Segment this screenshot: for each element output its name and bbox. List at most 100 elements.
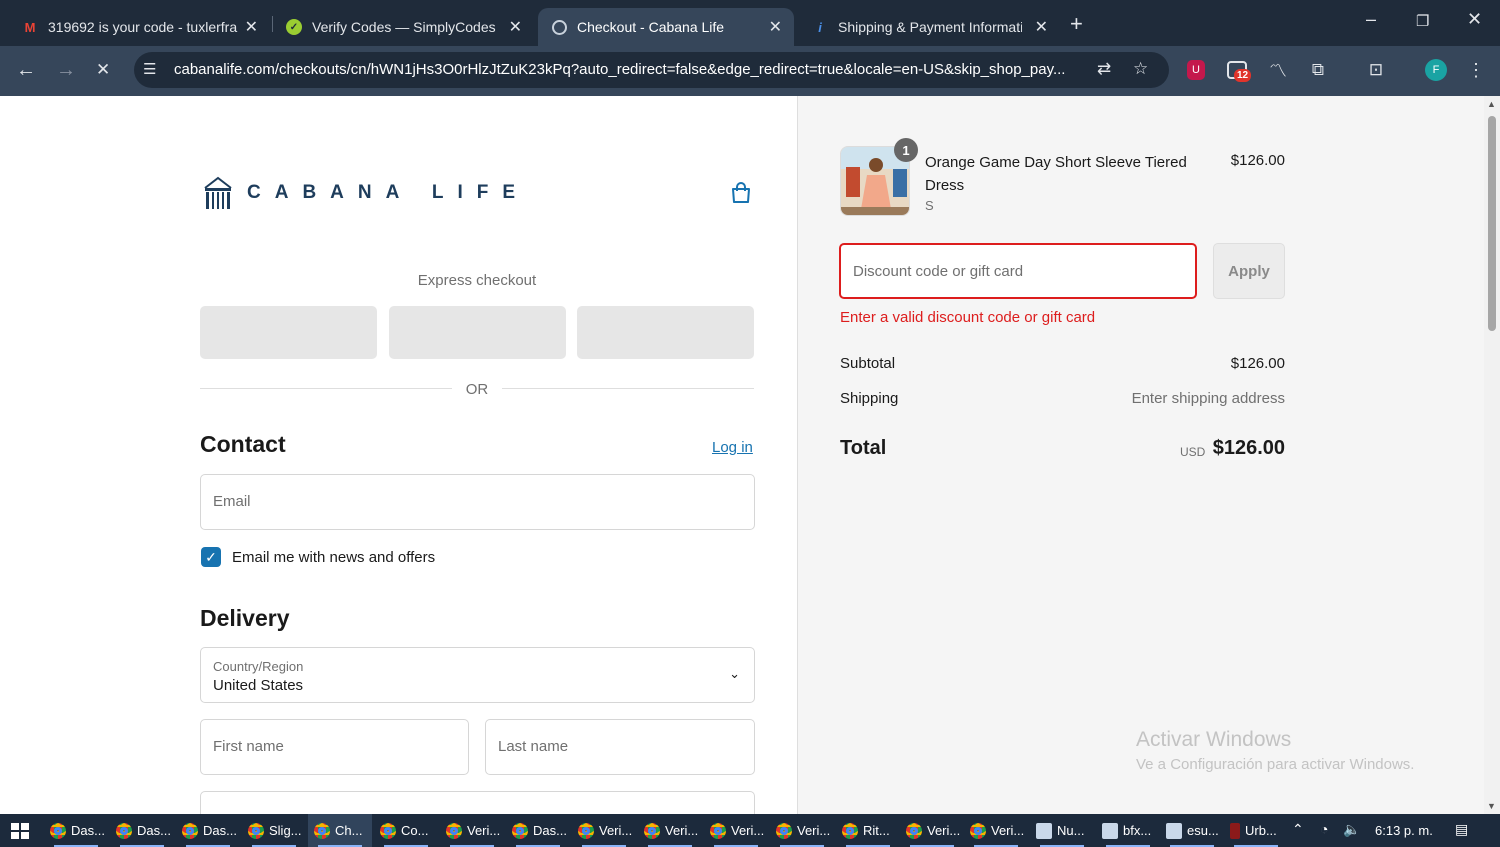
scroll-up-icon[interactable]: ▲: [1487, 99, 1496, 109]
taskbar-item[interactable]: Veri...: [572, 814, 636, 847]
taskbar-item-label: Veri...: [467, 823, 501, 838]
product-name: Orange Game Day Short Sleeve Tiered Dres…: [925, 154, 1187, 194]
windows-start-icon[interactable]: [11, 823, 29, 839]
profile-avatar[interactable]: F: [1425, 59, 1447, 81]
express-pay-button-2[interactable]: [389, 306, 566, 359]
new-tab-button[interactable]: +: [1070, 11, 1083, 37]
taskbar-item[interactable]: esu...: [1160, 814, 1224, 847]
taskbar-item[interactable]: Das...: [176, 814, 240, 847]
close-icon[interactable]: ✕: [769, 17, 782, 37]
bookmark-star-icon[interactable]: ☆: [1133, 59, 1148, 79]
chrome-icon: [248, 822, 264, 839]
restore-icon[interactable]: ❐: [1416, 12, 1429, 30]
country-value: United States: [213, 677, 304, 694]
shopping-bag-icon[interactable]: [730, 182, 752, 204]
scroll-thumb[interactable]: [1488, 116, 1496, 331]
quantity-badge: 1: [894, 138, 918, 162]
tab-checkout[interactable]: Checkout - Cabana Life ✕: [538, 8, 794, 46]
brand-name: CABANA LIFE: [247, 182, 530, 203]
tab-simplycodes[interactable]: ✓ Verify Codes — SimplyCodes ✕: [272, 8, 534, 46]
taskbar-item[interactable]: Ch...: [308, 814, 372, 847]
login-link[interactable]: Log in: [712, 439, 753, 456]
taskbar-item[interactable]: Veri...: [704, 814, 768, 847]
newsletter-checkbox[interactable]: ✓: [201, 547, 221, 567]
last-name-field[interactable]: Last name: [485, 719, 755, 775]
discount-code-input[interactable]: Discount code or gift card: [839, 243, 1197, 299]
express-pay-button-1[interactable]: [200, 306, 377, 359]
url-text[interactable]: cabanalife.com/checkouts/cn/hWN1jHs3O0rH…: [174, 61, 1086, 78]
volume-icon[interactable]: 🔈: [1343, 821, 1360, 838]
chrome-icon: [842, 822, 858, 839]
taskbar-item[interactable]: Veri...: [900, 814, 964, 847]
close-icon[interactable]: ✕: [1035, 17, 1048, 37]
address-field[interactable]: [200, 791, 755, 814]
taskbar-item[interactable]: Veri...: [440, 814, 504, 847]
chrome-icon: [512, 822, 528, 839]
chrome-icon: [380, 822, 396, 839]
express-checkout-label: Express checkout: [417, 272, 537, 289]
scroll-down-icon[interactable]: ▼: [1487, 801, 1496, 811]
express-pay-button-3[interactable]: [577, 306, 754, 359]
close-icon[interactable]: ✕: [245, 17, 258, 37]
chrome-icon: [906, 822, 922, 839]
notifications-icon[interactable]: ▤: [1455, 821, 1468, 838]
window-close-icon[interactable]: ✕: [1467, 9, 1482, 30]
taskbar-item[interactable]: Nu...: [1030, 814, 1094, 847]
checkmark-icon: ✓: [205, 548, 217, 565]
taskbar-item[interactable]: Urb...: [1224, 814, 1288, 847]
taskbar-item-label: Rit...: [863, 823, 890, 838]
country-label: Country/Region: [213, 659, 304, 674]
address-bar[interactable]: ☰ cabanalife.com/checkouts/cn/hWN1jHs3O0…: [134, 52, 1169, 88]
puzzle-extensions-icon[interactable]: ⧉: [1307, 59, 1329, 81]
network-icon[interactable]: ◔: [1320, 821, 1328, 837]
chrome-icon: [182, 822, 198, 839]
extension-badge: 12: [1234, 69, 1252, 82]
ublock-icon[interactable]: U: [1187, 60, 1205, 80]
total-label: Total: [840, 437, 887, 459]
back-icon[interactable]: ←: [16, 59, 36, 82]
taskbar-item[interactable]: bfx...: [1096, 814, 1160, 847]
taskbar-item[interactable]: Veri...: [770, 814, 834, 847]
minimize-icon[interactable]: –: [1366, 9, 1376, 30]
browser-toolbar: ← → ✕ ☰ cabanalife.com/checkouts/cn/hWN1…: [0, 46, 1500, 96]
first-name-placeholder: First name: [213, 738, 284, 755]
taskbar-item[interactable]: Das...: [506, 814, 570, 847]
more-menu-icon[interactable]: ⋮: [1465, 59, 1487, 81]
taskbar-item-label: Veri...: [665, 823, 699, 838]
tab-search-icon[interactable]: ⊡: [1365, 59, 1387, 81]
forward-icon[interactable]: →: [56, 59, 76, 82]
taskbar-item[interactable]: Rit...: [836, 814, 900, 847]
discount-error-message: Enter a valid discount code or gift card: [840, 309, 1096, 326]
email-field[interactable]: Email: [200, 474, 755, 530]
taskbar-item-label: bfx...: [1123, 823, 1152, 838]
taskbar-item[interactable]: Das...: [44, 814, 108, 847]
app-icon: [1230, 822, 1240, 839]
simplycodes-icon: ✓: [286, 19, 302, 35]
document-icon: [1036, 822, 1052, 839]
taskbar-item[interactable]: Das...: [110, 814, 174, 847]
system-clock[interactable]: 6:13 p. m.: [1375, 823, 1433, 838]
translate-icon[interactable]: ⇄: [1097, 59, 1111, 79]
taskbar-item-label: Das...: [137, 823, 171, 838]
subtotal-label: Subtotal: [840, 355, 896, 372]
taskbar-item[interactable]: Slig...: [242, 814, 306, 847]
taskbar-item[interactable]: Veri...: [964, 814, 1028, 847]
stop-loading-icon[interactable]: ✕: [96, 60, 110, 80]
taskbar-item-label: Co...: [401, 823, 429, 838]
taskbar-item[interactable]: Co...: [374, 814, 438, 847]
taskbar-item[interactable]: Veri...: [638, 814, 702, 847]
chrome-icon: [50, 822, 66, 839]
apply-discount-button[interactable]: Apply: [1213, 243, 1285, 299]
country-select[interactable]: Country/Region United States ⌄: [200, 647, 755, 703]
tab-title: Shipping & Payment Informatio: [838, 19, 1022, 35]
tab-shipping[interactable]: i Shipping & Payment Informatio ✕: [798, 8, 1060, 46]
newsletter-label[interactable]: Email me with news and offers: [232, 549, 435, 566]
page-scrollbar[interactable]: ▲ ▼: [1484, 96, 1500, 814]
chevron-up-icon[interactable]: ⌃: [1292, 821, 1304, 838]
tab-gmail[interactable]: M 319692 is your code - tuxlerfran ✕: [8, 8, 270, 46]
close-icon[interactable]: ✕: [509, 17, 522, 37]
first-name-field[interactable]: First name: [200, 719, 469, 775]
cabana-life-logo[interactable]: CABANA LIFE: [203, 176, 529, 210]
site-settings-icon[interactable]: ☰: [143, 60, 156, 78]
swipe-extension-icon[interactable]: 〽: [1267, 59, 1289, 81]
